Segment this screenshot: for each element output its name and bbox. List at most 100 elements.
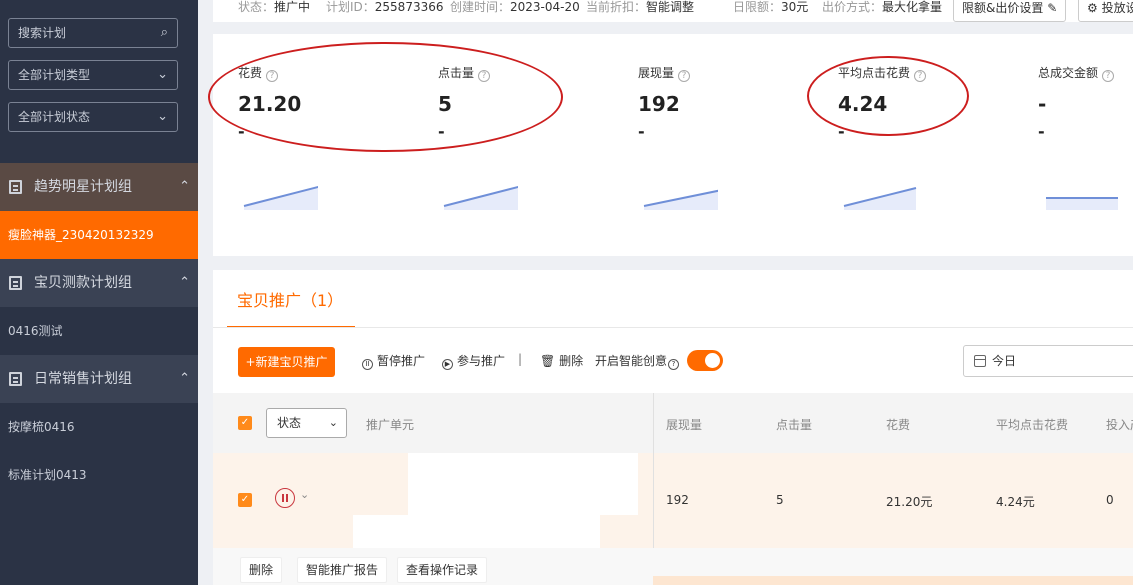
plan-status-select[interactable]: 全部计划状态 ⌄ [8,102,178,132]
smart-creative-toggle[interactable] [687,350,723,371]
metric-value: - [1038,92,1047,116]
cell-cost: 21.20元 [886,495,933,509]
pause-promotion-button[interactable]: II 暂停推广 [362,352,425,370]
row-checkbox[interactable]: ✓ [238,493,252,507]
toolbar-divider: | [518,352,523,366]
trend-sparkline [643,189,718,210]
plan-item-standard[interactable]: 标准计划0413 [0,451,198,499]
play-icon: ▶ [442,359,453,370]
group-doc-icon [9,276,22,290]
search-icon[interactable]: ⌕ [161,19,168,47]
gear-icon: ⚙ [1087,1,1098,15]
plan-search-input[interactable]: 搜索计划 ⌕ [8,18,178,48]
column-header-avg-cpc[interactable]: 平均点击花费 [996,416,1068,433]
cell-avg-cpc: 4.24元 [996,495,1035,509]
group-label: 日常销售计划组 [34,371,132,387]
trend-sparkline [1046,197,1118,210]
plan-item-label: 0416测试 [8,324,63,338]
redacted-unit-area [353,515,600,548]
delete-button[interactable]: 🗑 删除 [540,352,583,369]
pause-icon: II [362,359,373,370]
new-product-promotion-button[interactable]: +新建宝贝推广 [238,347,335,377]
plan-group-daily[interactable]: 日常销售计划组 ⌃ [0,355,198,403]
plan-id: 计划ID：255873366 [326,0,444,14]
sidebar: 搜索计划 ⌕ 全部计划类型 ⌄ 全部计划状态 ⌄ 趋势明星计划组 ⌃ 瘦脸神器_… [0,0,198,585]
join-promotion-button[interactable]: ▶ 参与推广 [442,352,505,370]
metric-label: 总成交金额? [1038,64,1115,82]
column-header-clicks[interactable]: 点击量 [776,416,812,433]
cell-roi: 0 [1106,493,1114,507]
plan-info-bar: 状态：推广中 计划ID：255873366 创建时间：2023-04-20 当前… [213,0,1133,22]
date-range-picker[interactable]: 今日 [963,345,1133,377]
trend-sparkline [243,185,318,210]
redacted-unit-area [408,453,638,515]
plan-item-slimface[interactable]: 瘦脸神器_230420132329 [0,211,198,259]
help-icon[interactable]: ? [1102,70,1115,82]
calendar-icon [974,355,986,367]
plan-status: 状态：推广中 [238,0,311,14]
plan-item-label: 标准计划0413 [8,468,87,482]
group-doc-icon [9,372,22,386]
plan-group-trend[interactable]: 趋势明星计划组 ⌃ [0,163,198,211]
status-filter-select[interactable]: 状态 ⌄ [266,408,347,438]
plan-discount: 当前折扣：智能调整 [586,0,695,14]
trash-icon: 🗑 [540,354,556,368]
group-label: 宝贝测款计划组 [34,275,132,291]
plan-item-0416test[interactable]: 0416测试 [0,307,198,355]
annotation-ellipse [807,56,969,136]
plan-item-comb[interactable]: 按摩梳0416 [0,403,198,451]
group-label: 趋势明星计划组 [34,179,132,195]
column-header-unit: 推广单元 [366,418,415,432]
plan-type-select[interactable]: 全部计划类型 ⌄ [8,60,178,90]
trend-sparkline [843,187,917,210]
metric-value: 192 [638,92,680,116]
horizontal-scrollbar[interactable] [653,576,1133,585]
plan-daily-limit: 日限额：30元 [733,0,809,14]
row-pause-icon[interactable] [275,488,295,508]
column-divider [653,393,654,548]
chevron-up-icon[interactable]: ⌃ [179,355,190,403]
chevron-down-icon[interactable]: ⌄ [300,488,309,501]
status-filter-label: 状态 [277,416,302,430]
row-delete-button[interactable]: 删除 [240,557,283,583]
table-row: ✓ ⌄ 192 5 21.20元 4.24元 0 [213,453,1133,548]
column-header-impressions[interactable]: 展现量 [666,416,702,433]
tab-divider [213,327,1133,328]
chevron-up-icon[interactable]: ⌃ [179,163,190,211]
column-header-cost[interactable]: 花费 [886,416,910,433]
search-placeholder: 搜索计划 [18,26,67,40]
chevron-down-icon: ⌄ [157,109,168,124]
plan-type-label: 全部计划类型 [18,68,91,82]
smart-creative-label: 开启智能创意? [595,352,683,370]
help-icon[interactable]: ? [678,70,691,82]
annotation-ellipse [208,42,563,152]
metrics-panel: 花费? 21.20 - 点击量? 5 - 展现量? 192 - 平均点击花费? … [208,34,1133,256]
plan-item-label: 按摩梳0416 [8,420,75,434]
delivery-settings-button[interactable]: ⚙ 投放设置 [1078,0,1133,22]
help-icon[interactable]: ? [668,359,680,370]
smart-report-button[interactable]: 智能推广报告 [297,557,388,583]
cell-impressions: 192 [666,493,689,507]
limit-bid-settings-button[interactable]: 限额&出价设置 ✎ [953,0,1067,22]
plan-item-label: 瘦脸神器_230420132329 [8,228,154,242]
operation-log-button[interactable]: 查看操作记录 [397,557,488,583]
date-value: 今日 [992,354,1017,368]
table-header: ✓ 状态 ⌄ 推广单元 展现量 点击量 花费 平均点击花费 投入产出比 [213,393,1133,453]
cell-clicks: 5 [776,493,784,507]
chevron-down-icon: ⌄ [157,67,168,82]
trend-sparkline [443,185,518,210]
plan-group-test[interactable]: 宝贝测款计划组 ⌃ [0,259,198,307]
chevron-up-icon[interactable]: ⌃ [179,259,190,307]
metric-compare: - [638,122,645,141]
tab-product-promotion[interactable]: 宝贝推广（1） [227,270,355,328]
plan-bid-method: 出价方式：最大化拿量 [822,0,943,14]
product-promotion-card: 宝贝推广（1） +新建宝贝推广 II 暂停推广 ▶ 参与推广 | 🗑 删除 开启智能… [213,270,1133,585]
group-doc-icon [9,180,22,194]
pencil-icon: ✎ [1047,1,1058,15]
metric-label: 展现量? [638,64,691,82]
column-header-roi[interactable]: 投入产出比 [1106,416,1133,433]
chevron-down-icon: ⌄ [328,416,338,429]
select-all-checkbox[interactable]: ✓ [238,416,252,430]
plan-created: 创建时间：2023-04-20 [450,0,580,14]
plan-status-label: 全部计划状态 [18,110,91,124]
